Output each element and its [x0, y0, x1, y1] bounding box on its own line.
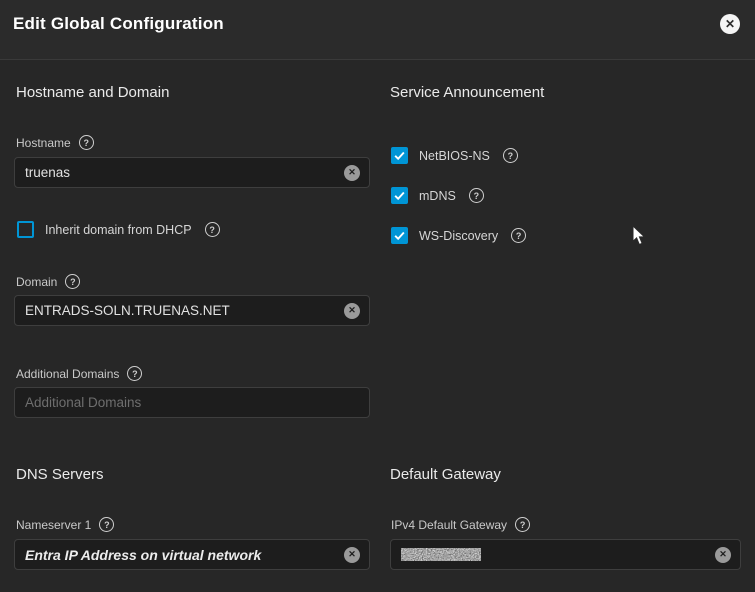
ws-discovery-checkbox[interactable] [391, 227, 408, 244]
help-icon[interactable]: ? [127, 366, 142, 381]
mdns-label: mDNS [419, 189, 456, 203]
section-default-gateway: Default Gateway [390, 466, 501, 483]
help-icon[interactable]: ? [515, 517, 530, 532]
ipv4-gateway-label: IPv4 Default Gateway [391, 518, 507, 532]
help-icon[interactable]: ? [99, 517, 114, 532]
hostname-input[interactable] [15, 158, 344, 187]
section-dns-servers: DNS Servers [16, 466, 104, 483]
help-icon[interactable]: ? [205, 222, 220, 237]
additional-domains-label-row: Additional Domains ? [16, 366, 142, 381]
ws-discovery-label: WS-Discovery [419, 229, 498, 243]
help-icon[interactable]: ? [469, 188, 484, 203]
nameserver1-field-wrap: ✕ [14, 539, 370, 570]
domain-label-row: Domain ? [16, 274, 80, 289]
ws-discovery-row: WS-Discovery ? [391, 227, 526, 244]
redaction-noise [401, 548, 481, 561]
dialog-title: Edit Global Configuration [13, 14, 224, 34]
ipv4-gateway-field-wrap[interactable]: ✕ [390, 539, 741, 570]
additional-domains-field-wrap [14, 387, 370, 418]
section-hostname-and-domain: Hostname and Domain [16, 84, 169, 101]
nameserver1-label-row: Nameserver 1 ? [16, 517, 114, 532]
check-icon [393, 149, 406, 162]
clear-icon[interactable]: ✕ [344, 303, 360, 319]
netbios-label: NetBIOS-NS [419, 149, 490, 163]
help-icon[interactable]: ? [503, 148, 518, 163]
section-service-announcement: Service Announcement [390, 84, 544, 101]
hostname-field-wrap: ✕ [14, 157, 370, 188]
inherit-dhcp-label: Inherit domain from DHCP [45, 223, 192, 237]
inherit-dhcp-checkbox[interactable] [17, 221, 34, 238]
check-icon [393, 229, 406, 242]
netbios-checkbox[interactable] [391, 147, 408, 164]
nameserver1-label: Nameserver 1 [16, 518, 91, 532]
domain-label: Domain [16, 275, 57, 289]
clear-icon[interactable]: ✕ [715, 547, 731, 563]
domain-input[interactable] [15, 296, 344, 325]
dialog-header: Edit Global Configuration ✕ [0, 0, 755, 60]
nameserver1-input[interactable] [15, 540, 344, 569]
hostname-label: Hostname [16, 136, 71, 150]
inherit-dhcp-row: Inherit domain from DHCP ? [17, 221, 220, 238]
edit-global-configuration-dialog: { "dialog": { "title": "Edit Global Conf… [0, 0, 755, 592]
help-icon[interactable]: ? [79, 135, 94, 150]
ipv4-gateway-label-row: IPv4 Default Gateway ? [391, 517, 530, 532]
mouse-cursor [632, 225, 646, 246]
additional-domains-input[interactable] [15, 388, 369, 417]
netbios-row: NetBIOS-NS ? [391, 147, 518, 164]
additional-domains-label: Additional Domains [16, 367, 119, 381]
clear-icon[interactable]: ✕ [344, 165, 360, 181]
mdns-checkbox[interactable] [391, 187, 408, 204]
help-icon[interactable]: ? [65, 274, 80, 289]
help-icon[interactable]: ? [511, 228, 526, 243]
domain-field-wrap: ✕ [14, 295, 370, 326]
clear-icon[interactable]: ✕ [344, 547, 360, 563]
mdns-row: mDNS ? [391, 187, 484, 204]
check-icon [393, 189, 406, 202]
close-icon[interactable]: ✕ [720, 14, 740, 34]
ipv4-gateway-redacted-value [391, 548, 715, 561]
hostname-label-row: Hostname ? [16, 135, 94, 150]
